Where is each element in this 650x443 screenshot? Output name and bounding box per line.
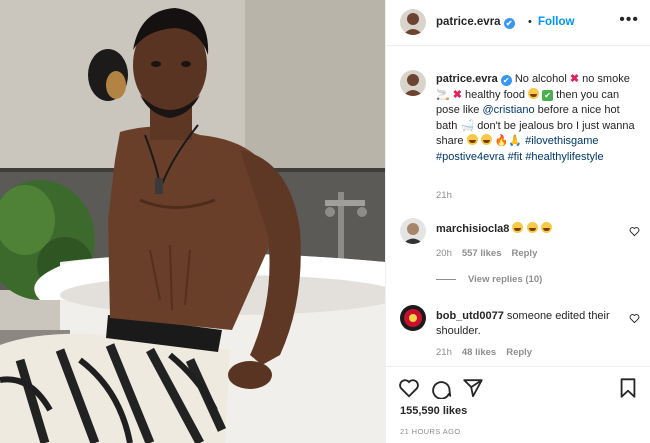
laughing-face-emoji-icon	[466, 134, 478, 145]
bookmark-icon[interactable]	[617, 377, 639, 399]
hashtag-link[interactable]: #fit	[508, 151, 523, 163]
caption-part-2: no smoke	[579, 73, 630, 85]
more-options-icon[interactable]: •••	[619, 11, 639, 29]
hashtag-link[interactable]: #postive4evra	[436, 151, 505, 163]
caption-part-1: No alcohol	[511, 73, 570, 85]
post-actions: 155,590 likes 21 HOURS AGO	[386, 366, 650, 443]
post-image	[0, 0, 385, 443]
post-photo[interactable]	[0, 0, 385, 443]
laughing-face-emoji-icon	[480, 134, 492, 145]
view-replies-button[interactable]: View replies (10)	[436, 274, 542, 285]
comment-text: bob_utd0077 someone edited their shoulde…	[436, 309, 616, 339]
commenter-username[interactable]: marchisiocla8	[436, 223, 509, 235]
reply-button[interactable]: Reply	[511, 248, 537, 259]
caption-username[interactable]: patrice.evra	[436, 73, 498, 85]
comment-likes[interactable]: 48 likes	[462, 347, 496, 358]
instagram-post: patrice.evra ✔ • Follow ••• patrice.evra ✔…	[0, 0, 650, 443]
caption-text: patrice.evra ✔ No alcohol ✖ no smoke 🚬 ✖ …	[436, 72, 641, 165]
view-replies-divider	[436, 279, 456, 280]
commenter-username[interactable]: bob_utd0077	[436, 310, 504, 322]
comment-meta: 21h 48 likes Reply	[436, 347, 542, 358]
heart-small-icon[interactable]	[629, 313, 640, 324]
verified-icon: ✔	[500, 75, 512, 86]
view-replies-label[interactable]: View replies (10)	[468, 274, 542, 285]
bathtub-emoji-icon: 🛁	[460, 119, 475, 132]
post-timestamp[interactable]: 21 HOURS AGO	[400, 427, 461, 436]
verified-icon: ✔	[503, 18, 515, 29]
commenter-avatar[interactable]	[400, 218, 426, 244]
separator-dot: •	[528, 16, 532, 28]
share-icon[interactable]	[462, 377, 484, 399]
caption-part-3: healthy food	[461, 88, 529, 101]
cross-mark-emoji-icon: ✖	[452, 88, 462, 101]
commenter-avatar[interactable]	[400, 305, 426, 331]
post-sidebar: patrice.evra ✔ • Follow ••• patrice.evra ✔…	[385, 0, 650, 443]
laughing-face-emoji-icon	[540, 222, 552, 233]
heart-icon[interactable]	[398, 377, 420, 399]
hashtag-link[interactable]: #ilovethisgame	[525, 135, 598, 147]
comment-likes[interactable]: 557 likes	[462, 248, 502, 259]
comment-time[interactable]: 20h	[436, 248, 452, 259]
likes-count[interactable]: 155,590 likes	[400, 405, 467, 417]
author-avatar[interactable]	[400, 9, 426, 35]
reply-button[interactable]: Reply	[506, 347, 532, 358]
caption-mention-link[interactable]: @cristiano	[482, 104, 534, 116]
comment-meta: 20h 557 likes Reply	[436, 248, 547, 259]
caption-avatar[interactable]	[400, 70, 426, 96]
cigarette-emoji-icon: 🚬	[436, 88, 450, 101]
caption-time[interactable]: 21h	[436, 190, 452, 201]
praying-hands-emoji-icon: 🙏	[508, 135, 523, 147]
heart-small-icon[interactable]	[629, 226, 640, 237]
author-username-text[interactable]: patrice.evra	[436, 16, 501, 28]
follow-button[interactable]: Follow	[538, 16, 574, 28]
comment-icon[interactable]	[430, 377, 452, 399]
comment-time[interactable]: 21h	[436, 347, 452, 358]
check-mark-emoji-icon: ✔	[542, 89, 554, 101]
laughing-face-emoji-icon	[526, 222, 538, 233]
hashtag-link[interactable]: #healthylifestyle	[525, 151, 603, 163]
cross-mark-emoji-icon: ✖	[569, 73, 580, 85]
laughing-face-emoji-icon	[512, 222, 524, 233]
fire-emoji-icon: 🔥	[494, 135, 509, 147]
comment-text: marchisiocla8	[436, 222, 616, 237]
author-username[interactable]: patrice.evra ✔	[436, 16, 515, 29]
grinning-face-emoji-icon	[528, 87, 540, 99]
post-header: patrice.evra ✔ • Follow •••	[386, 0, 650, 46]
